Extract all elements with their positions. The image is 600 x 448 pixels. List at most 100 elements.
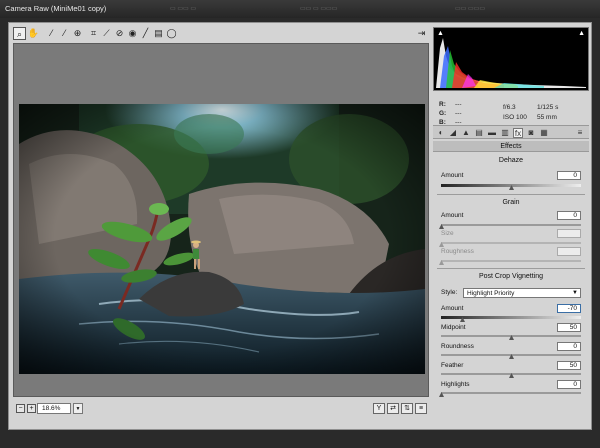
panel-tabs: ◐ ◢ ▲ ▤ ▬ ▥ fx ◙ ▦ ≡ [433, 125, 589, 139]
toggle-preview-icon[interactable]: ≡ [415, 403, 427, 414]
g-value: --- [455, 110, 462, 117]
menu-ghost: ▭ ▭▭ ▭ [170, 6, 197, 12]
zoom-icon[interactable]: ⌕ [13, 27, 26, 40]
divider [437, 268, 585, 269]
grain-size-thumb [439, 242, 444, 247]
effects-tab-icon[interactable]: fx [513, 128, 523, 138]
vignette-feather-label: Feather [441, 362, 464, 369]
menu-ghost: ▭▭ ▭▭▭ [455, 6, 486, 12]
panel-header: Effects [433, 141, 589, 152]
vignette-feather-slider[interactable] [441, 373, 581, 378]
grain-size-label: Size [441, 230, 454, 237]
swap-before-after-icon[interactable]: ⇄ [387, 403, 399, 414]
aperture: f/6.3 [503, 104, 516, 111]
spot-removal-icon[interactable]: ⊘ [113, 27, 126, 40]
basic-tab-icon[interactable]: ◐ [436, 128, 446, 138]
focal-length: 55 mm [537, 114, 557, 121]
lens-tab-icon[interactable]: ▥ [500, 128, 510, 138]
grain-title: Grain [502, 199, 520, 206]
vignette-feather-thumb[interactable] [509, 373, 514, 378]
before-after-toggle-icon[interactable]: Y [373, 403, 385, 414]
grain-amount-label: Amount [441, 212, 464, 219]
grain-amount-slider[interactable] [439, 224, 581, 229]
vignette-midpoint-slider[interactable] [441, 335, 581, 340]
vignette-highlights-label: Highlights [441, 381, 470, 388]
shutter-speed: 1/125 s [537, 104, 559, 111]
vignette-midpoint-field[interactable]: 50 [557, 323, 581, 332]
dehaze-title: Dehaze [498, 157, 524, 164]
vignette-amount-field[interactable]: -70 [557, 304, 581, 313]
dehaze-amount-thumb[interactable] [509, 185, 514, 190]
vignette-title: Post Crop Vignetting [478, 273, 544, 280]
vignette-roundness-field[interactable]: 0 [557, 342, 581, 351]
highlight-clip-icon[interactable]: ▲ [578, 30, 585, 37]
zoom-out-button[interactable]: − [16, 404, 25, 413]
adjustment-brush-icon[interactable]: ╱ [139, 27, 152, 40]
iso: ISO 100 [503, 114, 527, 121]
photo-image [19, 104, 425, 374]
vignette-style-label: Style: [441, 289, 458, 296]
divider [437, 194, 585, 195]
split-toning-tab-icon[interactable]: ▬ [487, 128, 497, 138]
vignette-style-value: Highlight Priority [467, 290, 515, 297]
red-eye-icon[interactable]: ◉ [126, 27, 139, 40]
presets-tab-icon[interactable]: ▦ [539, 128, 549, 138]
targeted-adjustment-icon[interactable]: ⊕ [71, 27, 84, 40]
toolbar: ⌕ ✋ ⁄ ⁄ ⊕ ⌗ ⟋ ⊘ ◉ ╱ ▤ ◯ ⇥ [13, 27, 429, 43]
detail-tab-icon[interactable]: ▲ [461, 128, 471, 138]
menu-ghost: ▭▭ ▭ ▭▭▭ [300, 6, 338, 12]
vignette-highlights-thumb[interactable] [439, 392, 444, 397]
white-balance-icon[interactable]: ⁄ [45, 27, 58, 40]
photo-preview [19, 104, 425, 374]
dehaze-amount-label: Amount [441, 172, 464, 179]
vignette-amount-thumb[interactable] [460, 317, 465, 322]
vignette-roundness-thumb[interactable] [509, 354, 514, 359]
grain-size-slider [439, 242, 581, 247]
vignette-feather-field[interactable]: 50 [557, 361, 581, 370]
color-sampler-icon[interactable]: ⁄ [58, 27, 71, 40]
vignette-midpoint-thumb[interactable] [509, 335, 514, 340]
zoom-dropdown-icon[interactable]: ▼ [73, 403, 83, 414]
effects-panel: Effects Dehaze Amount 0 Grain Amount 0 S… [433, 141, 589, 427]
vignette-roundness-slider[interactable] [441, 354, 581, 359]
histogram: ▲ ▲ [433, 27, 589, 91]
shadow-clip-icon[interactable]: ▲ [437, 30, 444, 37]
radial-filter-icon[interactable]: ◯ [165, 27, 178, 40]
vignette-style-dropdown[interactable]: Highlight Priority ▼ [463, 288, 581, 298]
dehaze-amount-slider[interactable] [441, 184, 581, 190]
grain-roughness-label: Roughness [441, 248, 474, 255]
window-title: Camera Raw (MiniMe01 copy) [5, 4, 107, 13]
chevron-down-icon: ▼ [572, 290, 578, 296]
vignette-highlights-field[interactable]: 0 [557, 380, 581, 389]
preview-area [13, 43, 429, 397]
dehaze-amount-field[interactable]: 0 [557, 171, 581, 180]
zoom-level-field[interactable]: 18.6% [37, 403, 71, 414]
grain-roughness-field [557, 247, 581, 256]
histogram-graph [434, 28, 588, 90]
panel-menu-icon[interactable]: ≡ [575, 128, 585, 138]
straighten-icon[interactable]: ⟋ [100, 27, 113, 40]
copy-settings-icon[interactable]: ⇅ [401, 403, 413, 414]
zoom-in-button[interactable]: + [27, 404, 36, 413]
r-value: --- [455, 101, 462, 108]
tone-curve-tab-icon[interactable]: ◢ [448, 128, 458, 138]
vignette-roundness-label: Roundness [441, 343, 474, 350]
bottom-bar: − + 18.6% ▼ Y ⇄ ⇅ ≡ [13, 401, 429, 417]
camera-calibration-tab-icon[interactable]: ◙ [526, 128, 536, 138]
vignette-highlights-slider[interactable] [439, 392, 581, 397]
title-bar: Camera Raw (MiniMe01 copy) ▭ ▭▭ ▭ ▭▭ ▭ ▭… [0, 0, 600, 18]
r-label: R: [439, 101, 446, 108]
hsl-tab-icon[interactable]: ▤ [474, 128, 484, 138]
grain-amount-field[interactable]: 0 [557, 211, 581, 220]
rgb-readout: R: --- G: --- B: --- f/6.3 1/125 s ISO 1… [433, 93, 589, 129]
hand-icon[interactable]: ✋ [27, 27, 40, 40]
crop-icon[interactable]: ⌗ [87, 27, 100, 40]
grain-size-field [557, 229, 581, 238]
g-label: G: [439, 110, 447, 117]
grain-roughness-thumb [439, 260, 444, 265]
grain-amount-thumb[interactable] [439, 224, 444, 229]
graduated-filter-icon[interactable]: ▤ [152, 27, 165, 40]
camera-raw-window: ⌕ ✋ ⁄ ⁄ ⊕ ⌗ ⟋ ⊘ ◉ ╱ ▤ ◯ ⇥ − + 18.6% ▼ Y … [8, 22, 592, 430]
open-preferences-icon[interactable]: ⇥ [415, 27, 428, 40]
vignette-amount-slider[interactable] [441, 316, 581, 322]
